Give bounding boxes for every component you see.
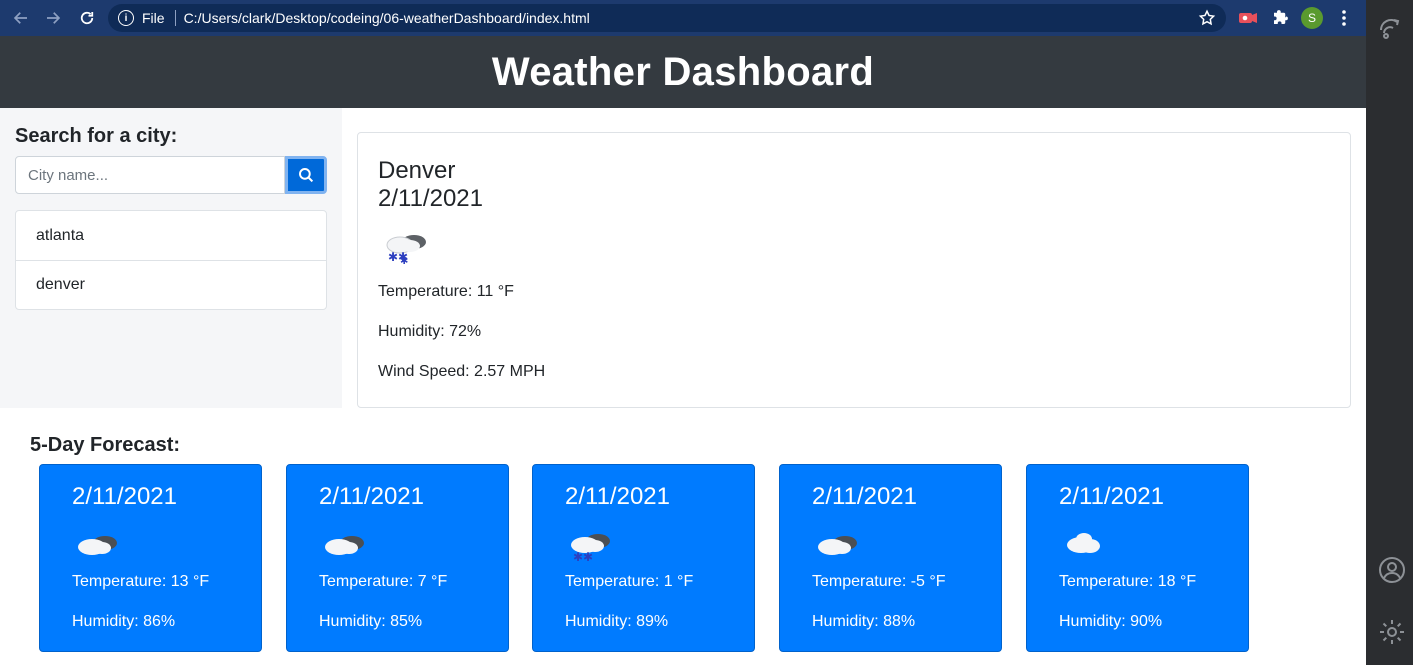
current-weather-card: Denver 2/11/2021 ✱✱ ✱ Temperature: 11 °F… [357,132,1351,408]
forecast-date: 2/11/2021 [565,483,670,510]
url-text: C:/Users/clark/Desktop/codeing/06-weathe… [183,10,590,26]
forecast-date: 2/11/2021 [812,483,917,510]
search-panel: Search for a city: atlanta denver [0,108,342,408]
snow-cloud-icon: ✱✱ [565,525,621,565]
forecast-temperature: Temperature: -5 °F [812,573,946,590]
forecast-card: 2/11/2021 Temperature: 18 °F Humidity: 9… [1026,464,1249,652]
page-title: Weather Dashboard [491,49,875,94]
forecast-date: 2/11/2021 [1059,483,1164,510]
search-icon [299,168,314,183]
right-sidebar [1366,0,1413,665]
forecast-humidity: Humidity: 86% [72,613,176,630]
avatar[interactable]: S [1301,7,1323,29]
cloudy-icon [319,525,375,565]
forecast-humidity: Humidity: 85% [319,613,423,630]
history-item-atlanta[interactable]: atlanta [16,211,326,260]
forecast-temperature: Temperature: 18 °F [1059,573,1197,590]
search-heading: Search for a city: [15,125,178,147]
snow-cloud-icon: ✱✱ ✱ [378,227,434,267]
search-form [15,156,327,194]
page: Weather Dashboard Search for a city: atl… [0,36,1366,665]
file-label: File [142,10,165,26]
current-temperature: Temperature: 11 °F [378,283,514,300]
reload-icon[interactable] [72,3,102,33]
forecast-temperature: Temperature: 7 °F [319,573,448,590]
forecast-humidity: Humidity: 88% [812,613,916,630]
settings-gear-icon[interactable] [1378,618,1404,644]
page-header: Weather Dashboard [0,36,1366,108]
browser-toolbar: i File C:/Users/clark/Desktop/codeing/06… [0,0,1366,36]
search-history: atlanta denver [15,210,327,310]
forecast-temperature: Temperature: 13 °F [72,573,210,590]
current-city: Denver [378,157,456,184]
profile-avatar[interactable]: S [1301,7,1323,29]
forecast-card: 2/11/2021 ✱✱ Temperature: 1 °F Humidity:… [532,464,755,652]
cloudy-icon [812,525,868,565]
star-icon[interactable] [1198,9,1216,30]
svg-text:✱: ✱ [400,256,408,267]
address-bar[interactable]: i File C:/Users/clark/Desktop/codeing/06… [108,4,1226,32]
forecast-card: 2/11/2021 Temperature: 7 °F Humidity: 85… [286,464,509,652]
forecast-date: 2/11/2021 [319,483,424,510]
forecast-humidity: Humidity: 90% [1059,613,1163,630]
forward-icon[interactable] [38,3,68,33]
extension-icon[interactable] [1237,7,1259,29]
account-icon[interactable] [1378,556,1405,583]
forecast-title: 5-Day Forecast: [30,434,181,456]
history-item-denver[interactable]: denver [16,260,326,309]
current-wind: Wind Speed: 2.57 MPH [378,363,546,380]
search-button[interactable] [285,156,327,194]
search-input[interactable] [15,156,285,194]
forecast-temperature: Temperature: 1 °F [565,573,694,590]
forecast-card: 2/11/2021 Temperature: 13 °F Humidity: 8… [39,464,262,652]
info-icon[interactable]: i [118,10,134,26]
menu-icon[interactable] [1333,7,1355,29]
forecast-date: 2/11/2021 [72,483,177,510]
current-humidity: Humidity: 72% [378,323,482,340]
svg-text:✱✱: ✱✱ [573,550,593,564]
back-icon[interactable] [6,3,36,33]
puzzle-icon[interactable] [1269,7,1291,29]
forecast-card: 2/11/2021 Temperature: -5 °F Humidity: 8… [779,464,1002,652]
current-date: 2/11/2021 [378,185,483,212]
divider [174,10,176,26]
cloud-icon [1059,525,1115,565]
forecast-humidity: Humidity: 89% [565,613,669,630]
cloudy-icon [72,525,128,565]
broadcast-icon[interactable] [1378,16,1402,40]
